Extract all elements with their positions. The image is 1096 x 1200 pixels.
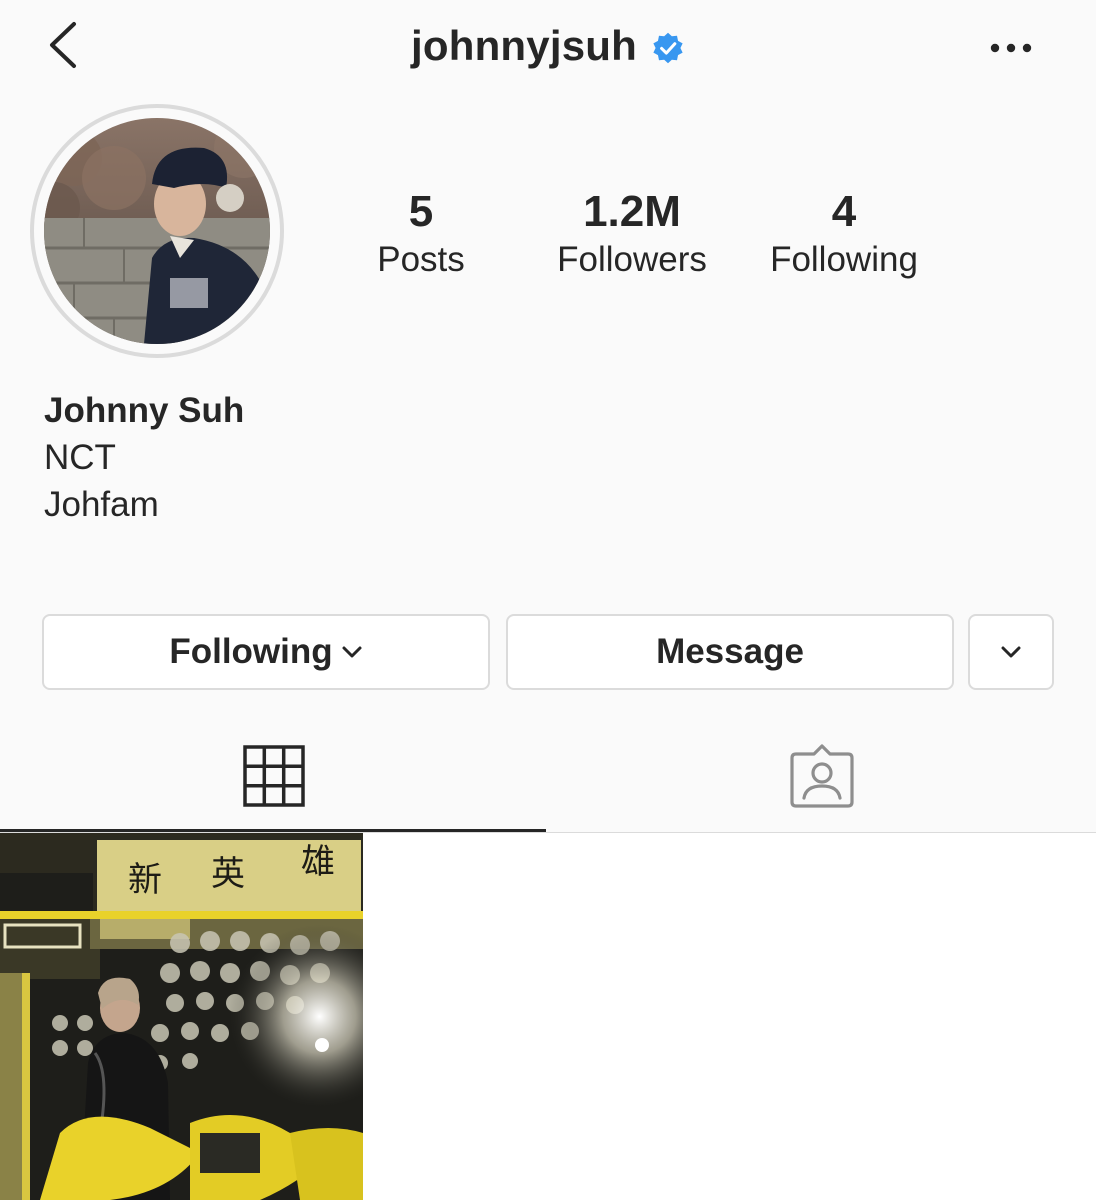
posts-grid: 新 英 雄 <box>0 833 1096 1200</box>
following-button[interactable]: Following <box>42 614 490 690</box>
stat-posts[interactable]: 5 Posts <box>311 186 531 282</box>
more-horizontal-icon[interactable] <box>988 36 1034 60</box>
suggested-dropdown-button[interactable] <box>968 614 1054 690</box>
avatar-photo <box>44 118 270 344</box>
post-photo: 新 英 雄 <box>0 833 363 1200</box>
profile-bio: Johnny Suh NCT Johfam <box>44 388 244 528</box>
stat-followers[interactable]: 1.2M Followers <box>522 186 742 282</box>
post-thumbnail[interactable]: 新 英 雄 <box>0 833 363 1200</box>
following-count: 4 <box>831 187 857 236</box>
chevron-down-icon <box>342 646 362 658</box>
posts-label: Posts <box>377 240 465 279</box>
following-button-label: Following <box>169 632 333 671</box>
posts-count: 5 <box>408 187 434 236</box>
tab-tagged[interactable] <box>548 720 1096 832</box>
chevron-down-icon <box>1001 646 1021 658</box>
message-button[interactable]: Message <box>506 614 954 690</box>
profile-display-name: Johnny Suh <box>44 391 245 430</box>
grid-icon <box>243 745 305 807</box>
message-button-label: Message <box>656 632 804 671</box>
stat-following[interactable]: 4 Following <box>734 186 954 282</box>
following-label: Following <box>770 240 918 279</box>
profile-header: johnnyjsuh <box>0 0 1096 96</box>
tagged-person-icon <box>790 744 854 808</box>
profile-avatar-ring[interactable] <box>30 104 284 358</box>
verified-badge-icon <box>653 32 683 64</box>
profile-avatar <box>44 118 270 344</box>
tab-grid[interactable] <box>0 720 548 832</box>
bio-line-1: NCT <box>44 438 116 477</box>
bio-line-2: Johfam <box>44 485 159 524</box>
followers-label: Followers <box>557 240 707 279</box>
followers-count: 1.2M <box>583 187 681 236</box>
profile-username: johnnyjsuh <box>411 22 637 69</box>
